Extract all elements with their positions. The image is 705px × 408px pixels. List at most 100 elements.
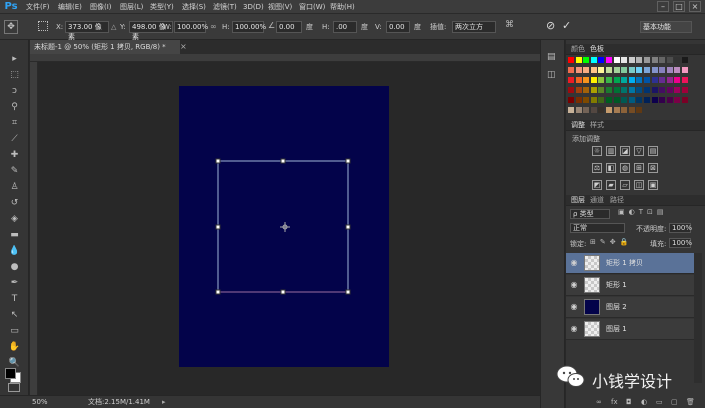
handle-middle-right[interactable] (345, 224, 351, 230)
layer-footer-icon[interactable]: ◘ (626, 398, 632, 406)
color-swatch[interactable] (606, 67, 612, 73)
adjustment-icon[interactable]: ▥ (606, 146, 616, 156)
color-swatch[interactable] (651, 57, 658, 63)
minimize-button[interactable]: – (657, 1, 669, 12)
adjustment-icon[interactable]: ▤ (648, 146, 658, 156)
color-swatch[interactable] (590, 87, 597, 93)
lasso-tool-icon[interactable]: ↄ (5, 84, 24, 99)
layer-footer-icon[interactable]: fx (611, 398, 618, 406)
stamp-tool-icon[interactable]: ♙ (5, 180, 24, 195)
color-swatch[interactable] (583, 97, 590, 103)
color-swatch[interactable] (621, 97, 628, 103)
adjustment-icon[interactable]: ▽ (634, 146, 644, 156)
pen-tool-icon[interactable]: ✒ (5, 276, 24, 291)
color-swatch[interactable] (598, 87, 605, 93)
color-swatch[interactable] (598, 97, 605, 103)
color-swatch[interactable] (651, 97, 658, 103)
move-tool-icon[interactable]: ▸ (5, 52, 24, 67)
layer-filter-icons[interactable]: ▣◐T⊡▤ (618, 208, 667, 216)
color-swatch[interactable] (568, 97, 574, 103)
crop-tool-icon[interactable]: ⌗ (5, 116, 24, 131)
color-swatch[interactable] (606, 97, 612, 103)
menu-select[interactable]: 选择(S) (182, 0, 206, 14)
tab-color[interactable]: 颜色 (571, 44, 585, 55)
color-swatch[interactable] (606, 77, 612, 83)
color-swatch[interactable] (659, 67, 666, 73)
close-tab-icon[interactable]: × (180, 42, 187, 51)
adjustment-icon[interactable]: ◫ (634, 180, 644, 190)
color-swatch[interactable] (682, 67, 688, 73)
color-swatch[interactable] (621, 87, 628, 93)
marquee-tool-icon[interactable]: ⬚ (5, 68, 24, 83)
color-swatch[interactable] (613, 87, 620, 93)
handle-middle-left[interactable] (215, 224, 221, 230)
color-swatch[interactable] (613, 97, 620, 103)
color-swatch[interactable] (636, 87, 643, 93)
fill-field[interactable]: 100% (669, 238, 692, 248)
color-swatch[interactable] (674, 87, 681, 93)
transform-bounding-box[interactable] (179, 86, 389, 367)
visibility-eye-icon[interactable]: ◉ (569, 302, 579, 312)
lock-icons[interactable]: ⊞✎✥🔒 (590, 238, 632, 246)
color-swatch[interactable] (682, 77, 688, 83)
gradient-tool-icon[interactable]: ▬ (5, 228, 24, 243)
blend-mode-select[interactable]: 正常 (570, 223, 625, 233)
color-swatch[interactable] (583, 67, 590, 73)
color-swatch[interactable] (682, 87, 688, 93)
adjustment-icon[interactable]: ▣ (648, 180, 658, 190)
color-swatch[interactable] (659, 57, 666, 63)
adjustment-icon[interactable]: ⊠ (648, 163, 658, 173)
layer-kind-filter[interactable]: ρ 类型 (570, 209, 610, 219)
adjustment-icon[interactable]: ▰ (606, 180, 616, 190)
color-swatch[interactable] (598, 67, 605, 73)
color-swatch[interactable] (674, 67, 681, 73)
color-swatch[interactable] (674, 97, 681, 103)
reference-point-icon[interactable] (38, 21, 48, 31)
shape-tool-icon[interactable]: ▭ (5, 324, 24, 339)
warp-mode-icon[interactable]: ⌘ (505, 20, 514, 30)
color-swatch[interactable] (674, 57, 681, 63)
visibility-eye-icon[interactable]: ◉ (569, 280, 579, 290)
color-swatch[interactable] (575, 107, 582, 113)
color-swatch[interactable] (568, 67, 574, 73)
menu-view[interactable]: 视图(V) (268, 0, 292, 14)
cancel-transform-icon[interactable]: ⊘ (546, 19, 555, 32)
color-swatch[interactable] (666, 97, 673, 103)
layer-footer-icon[interactable]: ▢ (671, 398, 678, 406)
color-swatch[interactable] (590, 77, 597, 83)
document-tab[interactable]: 未标题-1 @ 50% (矩形 1 拷贝, RGB/8) * (30, 40, 180, 54)
tab-styles[interactable]: 样式 (590, 120, 604, 131)
color-swatch[interactable] (636, 97, 643, 103)
handle-bottom-right[interactable] (345, 289, 351, 295)
color-swatch[interactable] (659, 97, 666, 103)
color-swatch[interactable] (636, 57, 643, 63)
color-swatch[interactable] (636, 107, 643, 113)
layer-row[interactable]: ◉ 矩形 1 拷贝 (566, 253, 694, 274)
color-swatch[interactable] (568, 77, 574, 83)
properties-panel-icon[interactable]: ◫ (547, 70, 556, 80)
color-swatch[interactable] (598, 107, 605, 113)
path-select-tool-icon[interactable]: ↖ (5, 308, 24, 323)
layer-footer-icon[interactable]: ∞ (596, 398, 602, 406)
color-swatch[interactable] (575, 57, 582, 63)
swatch-grid[interactable] (568, 57, 693, 127)
layer-footer-icon[interactable]: ▭ (656, 398, 663, 406)
color-swatch[interactable] (575, 77, 582, 83)
layer-row[interactable]: ◉ 图层 1 (566, 319, 694, 340)
color-swatch[interactable] (666, 57, 673, 63)
color-swatch[interactable] (583, 87, 590, 93)
color-swatch[interactable] (636, 77, 643, 83)
color-swatch[interactable] (575, 97, 582, 103)
type-tool-icon[interactable]: T (5, 292, 24, 307)
color-swatch[interactable] (583, 107, 590, 113)
x-position-field[interactable]: 373.00 像素 (65, 21, 109, 41)
menu-file[interactable]: 文件(F) (26, 0, 50, 14)
handle-top-center[interactable] (280, 158, 286, 164)
menu-type[interactable]: 类型(Y) (150, 0, 174, 14)
color-swatch[interactable] (575, 67, 582, 73)
tab-paths[interactable]: 路径 (610, 195, 624, 206)
color-swatch[interactable] (628, 97, 635, 103)
color-swatch[interactable] (568, 87, 574, 93)
v-skew-field[interactable]: 0.00 (386, 21, 410, 33)
brush-tool-icon[interactable]: ✎ (5, 164, 24, 179)
